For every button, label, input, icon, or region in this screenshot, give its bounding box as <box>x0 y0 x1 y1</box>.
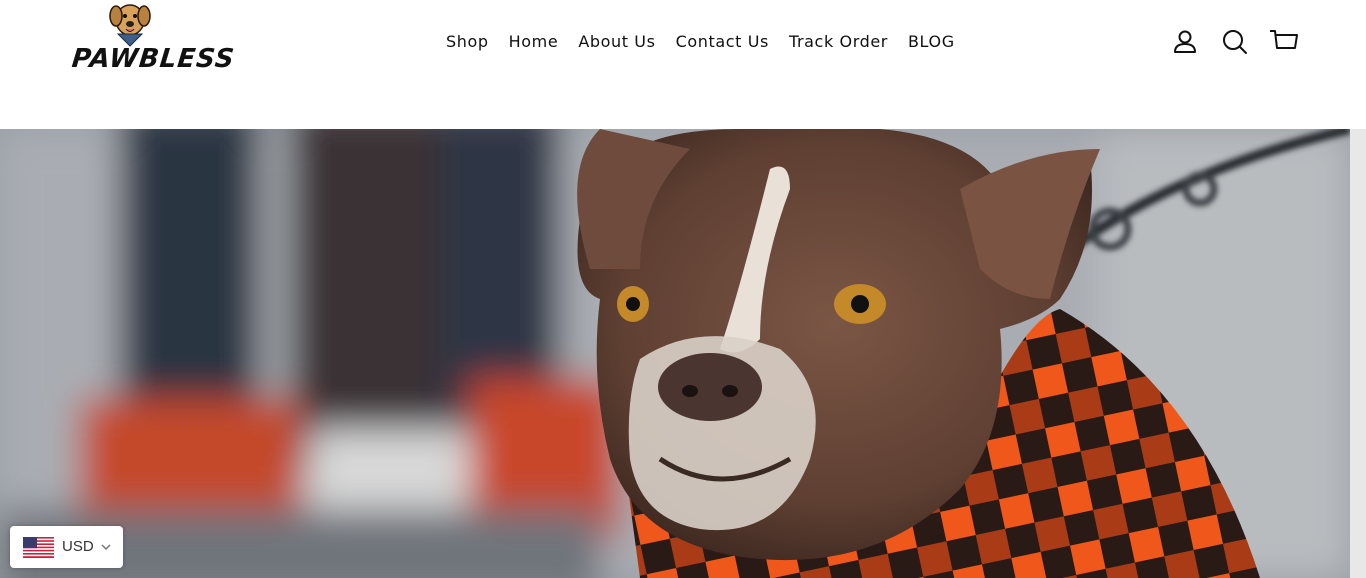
us-flag-icon <box>23 537 54 558</box>
currency-code: USD <box>62 538 94 555</box>
dog-logo-icon <box>109 4 151 47</box>
main-nav: Shop Home About Us Contact Us Track Orde… <box>436 30 965 54</box>
chevron-down-icon <box>101 544 111 551</box>
logo-wordmark: PAWBLESS <box>70 44 237 74</box>
nav-home[interactable]: Home <box>499 30 569 54</box>
currency-selector[interactable]: USD <box>10 526 123 568</box>
page-scrollbar[interactable] <box>1350 129 1366 578</box>
hero-banner <box>0 129 1350 578</box>
nav-contact-us[interactable]: Contact Us <box>666 30 779 54</box>
cart-icon[interactable] <box>1268 26 1300 58</box>
site-header: PAWBLESS Shop Home About Us Contact Us T… <box>0 0 1366 129</box>
header-actions <box>1170 26 1310 58</box>
nav-track-order[interactable]: Track Order <box>779 30 898 54</box>
nav-blog[interactable]: BLOG <box>898 30 965 54</box>
search-icon[interactable] <box>1219 26 1251 58</box>
hero-dog-image <box>0 129 1350 578</box>
nav-shop[interactable]: Shop <box>436 30 499 54</box>
account-icon[interactable] <box>1170 26 1202 58</box>
pawbless-logo[interactable]: PAWBLESS <box>70 0 237 80</box>
nav-about-us[interactable]: About Us <box>568 30 665 54</box>
